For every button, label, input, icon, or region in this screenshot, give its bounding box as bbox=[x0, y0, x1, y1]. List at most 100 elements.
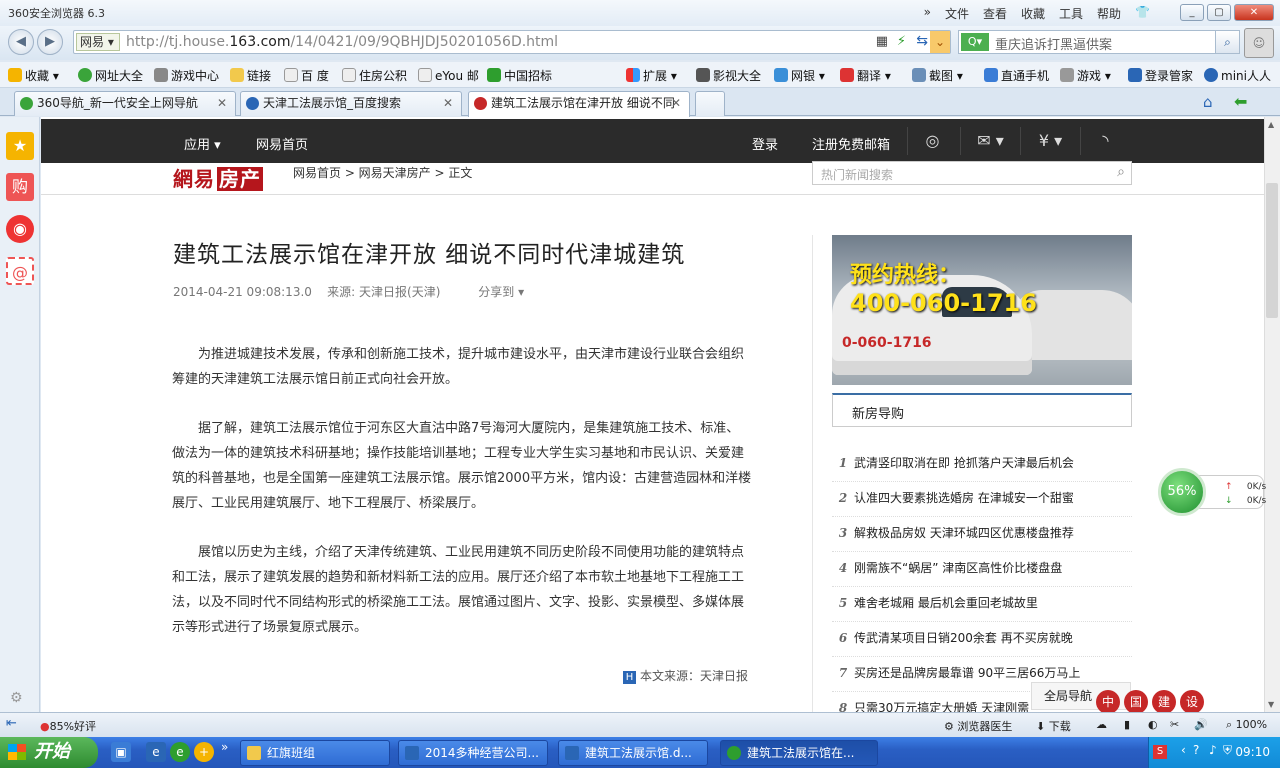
list-item[interactable]: 6 传武清某项目日销200余套 再不买房就晚 bbox=[832, 622, 1132, 657]
fav-phone[interactable]: 直通手机 bbox=[984, 67, 1049, 84]
browser-doctor[interactable]: ⚙ 浏览器医生 bbox=[944, 718, 1012, 734]
news-search-input[interactable]: 热门新闻搜索 ⌕ bbox=[812, 161, 1132, 185]
tab-360[interactable]: 360导航_新一代安全上网导航 ✕ bbox=[14, 91, 236, 116]
list-item[interactable]: 4 刚需族不“蜗居” 津南区高性价比楼盘盘 bbox=[832, 552, 1132, 587]
fav-keymgr[interactable]: 登录管家 bbox=[1128, 67, 1193, 84]
task-folder[interactable]: 红旗班组 bbox=[240, 740, 390, 766]
list-item[interactable]: 2 认准四大要素挑选婚房 在津城安一个甜蜜 bbox=[832, 482, 1132, 517]
rss-icon[interactable]: ◝ bbox=[1080, 127, 1130, 155]
fav-bank[interactable]: 网银 ▾ bbox=[774, 67, 825, 84]
eye-icon[interactable]: ◐ bbox=[1148, 718, 1158, 731]
fav-links[interactable]: 链接 bbox=[230, 67, 271, 84]
undo-icon[interactable]: ⬅ bbox=[1234, 92, 1247, 111]
speed-percent[interactable]: 56% bbox=[1158, 468, 1206, 516]
tools-icon[interactable]: ✂ bbox=[1170, 718, 1179, 731]
article-source[interactable]: 来源: 天津日报(天津) bbox=[327, 285, 440, 299]
chevron-left-icon[interactable]: ‹ bbox=[1181, 743, 1186, 757]
search-input[interactable]: 重庆追诉打黑逼供案 bbox=[995, 34, 1112, 53]
mail-icon[interactable]: ✉ ▾ bbox=[960, 127, 1020, 155]
menu-more[interactable]: » bbox=[924, 5, 931, 22]
fav-collect[interactable]: 收藏 ▾ bbox=[8, 67, 59, 84]
fav-baidu[interactable]: 百 度 bbox=[284, 67, 329, 84]
close-button[interactable]: ✕ bbox=[1234, 4, 1274, 21]
fav-renren[interactable]: mini人人 bbox=[1204, 67, 1271, 84]
chevron-down-icon[interactable]: ⌄ bbox=[930, 31, 950, 53]
speaker-icon[interactable]: 🔊 bbox=[1194, 718, 1208, 731]
task-doc1[interactable]: 2014多种经营公司... bbox=[398, 740, 548, 766]
menu-view[interactable]: 查看 bbox=[983, 5, 1007, 22]
cloud-icon[interactable]: ☁ bbox=[1096, 718, 1107, 731]
close-icon[interactable]: ✕ bbox=[217, 92, 227, 115]
fav-games[interactable]: 游戏中心 bbox=[154, 67, 219, 84]
menu-help[interactable]: 帮助 bbox=[1097, 5, 1121, 22]
shirt-icon[interactable]: 👕 bbox=[1135, 5, 1150, 22]
user-avatar[interactable]: ☺ bbox=[1244, 28, 1274, 58]
weibo-icon[interactable]: ◉ bbox=[6, 215, 34, 243]
settings-icon[interactable]: ⚙ bbox=[10, 690, 23, 706]
maximize-button[interactable]: ▢ bbox=[1207, 4, 1231, 21]
close-icon[interactable]: ✕ bbox=[443, 92, 453, 115]
home-icon[interactable]: ⌂ bbox=[1203, 93, 1213, 111]
fav-game2[interactable]: 游戏 ▾ bbox=[1060, 67, 1111, 84]
clock[interactable]: 09:10 bbox=[1235, 745, 1270, 759]
rating[interactable]: ●85%好评 bbox=[40, 718, 96, 734]
app-icon[interactable]: + bbox=[194, 742, 214, 762]
more-chevron-icon[interactable]: » bbox=[221, 740, 228, 754]
fav-translate[interactable]: 翻译 ▾ bbox=[840, 67, 891, 84]
fav-extend[interactable]: 扩展 ▾ bbox=[626, 67, 677, 84]
fav-screenshot[interactable]: 截图 ▾ bbox=[912, 67, 963, 84]
netease-home-link[interactable]: 网易首页 bbox=[256, 134, 308, 153]
minimize-button[interactable]: _ bbox=[1180, 4, 1204, 21]
desktop-icon[interactable]: ▣ bbox=[111, 742, 131, 762]
menu-file[interactable]: 文件 bbox=[945, 5, 969, 22]
close-icon[interactable]: ✕ bbox=[671, 92, 681, 115]
fav-video[interactable]: 影视大全 bbox=[696, 67, 761, 84]
address-bar[interactable]: 网易 ▾ http://tj.house.163.com/14/0421/09/… bbox=[73, 30, 951, 54]
task-browser[interactable]: 建筑工法展示馆在... bbox=[720, 740, 878, 766]
fav-zhaobiao[interactable]: 中国招标 bbox=[487, 67, 552, 84]
list-item[interactable]: 5 难舍老城厢 最后机会重回老城故里 bbox=[832, 587, 1132, 622]
task-doc2[interactable]: 建筑工法展示馆.d... bbox=[558, 740, 708, 766]
search-icon[interactable]: ⌕ bbox=[1215, 31, 1239, 53]
list-item[interactable]: 1 武清竖印取消在即 抢抓落户天津最后机会 bbox=[832, 447, 1132, 482]
star-icon[interactable]: ★ bbox=[6, 132, 34, 160]
engine-selector[interactable]: 网易 ▾ bbox=[76, 33, 120, 51]
mail-icon[interactable]: @ bbox=[6, 257, 34, 285]
scroll-up-icon[interactable]: ▲ bbox=[1268, 120, 1274, 129]
search-box[interactable]: Q▾ 重庆追诉打黑逼供案 ⌕ bbox=[958, 30, 1240, 54]
zoom-level[interactable]: ⌕ 100% bbox=[1226, 718, 1267, 732]
login-link[interactable]: 登录 bbox=[752, 134, 778, 153]
money-icon[interactable]: ¥ ▾ bbox=[1020, 127, 1080, 155]
register-link[interactable]: 注册免费邮箱 bbox=[812, 134, 890, 153]
forward-button[interactable]: ▶ bbox=[37, 29, 63, 55]
mobile-icon[interactable]: ▮ bbox=[1124, 718, 1130, 731]
scrollbar-thumb[interactable] bbox=[1266, 183, 1278, 318]
site-logo[interactable]: 網易 房产 bbox=[171, 163, 263, 192]
fav-eyou[interactable]: eYou 邮 bbox=[418, 67, 479, 84]
speed-icon[interactable]: ⚡ bbox=[897, 34, 906, 49]
search-engine-icon[interactable]: Q▾ bbox=[961, 33, 989, 51]
menu-favorites[interactable]: 收藏 bbox=[1021, 5, 1045, 22]
browser360-icon[interactable]: e bbox=[170, 742, 190, 762]
menu-tools[interactable]: 工具 bbox=[1059, 5, 1083, 22]
tab-article[interactable]: 建筑工法展示馆在津开放 细说不同 ✕ bbox=[468, 91, 690, 117]
share-button[interactable]: 分享到 ▾ bbox=[478, 285, 524, 299]
app-menu[interactable]: 应用 ▾ bbox=[184, 134, 221, 153]
speed-widget[interactable]: ↑ 0K/s ↓ 0K/s 56% bbox=[1158, 468, 1266, 516]
url-text[interactable]: http://tj.house.163.com/14/0421/09/9QBHJ… bbox=[126, 34, 558, 50]
qrcode-icon[interactable]: ▦ bbox=[876, 34, 888, 49]
refresh-icon[interactable]: ⇆ bbox=[916, 33, 928, 49]
start-button[interactable]: 开始 bbox=[0, 737, 98, 768]
shopping-icon[interactable]: 购 bbox=[6, 173, 34, 201]
back-button[interactable]: ◀ bbox=[8, 29, 34, 55]
fav-fund[interactable]: 住房公积 bbox=[342, 67, 407, 84]
list-item[interactable]: 3 解救极品房奴 天津环城四区优惠楼盘推荐 bbox=[832, 517, 1132, 552]
help-icon[interactable]: ? bbox=[1193, 743, 1199, 757]
ie-icon[interactable]: e bbox=[146, 742, 166, 762]
new-tab-button[interactable] bbox=[695, 91, 725, 116]
speaker-icon[interactable]: ♪ bbox=[1209, 743, 1217, 757]
download-button[interactable]: ⬇ 下载 bbox=[1036, 718, 1071, 734]
fav-sites[interactable]: 网址大全 bbox=[78, 67, 143, 84]
scroll-down-icon[interactable]: ▼ bbox=[1268, 700, 1274, 709]
exit-icon[interactable]: ⇤ bbox=[6, 716, 17, 731]
